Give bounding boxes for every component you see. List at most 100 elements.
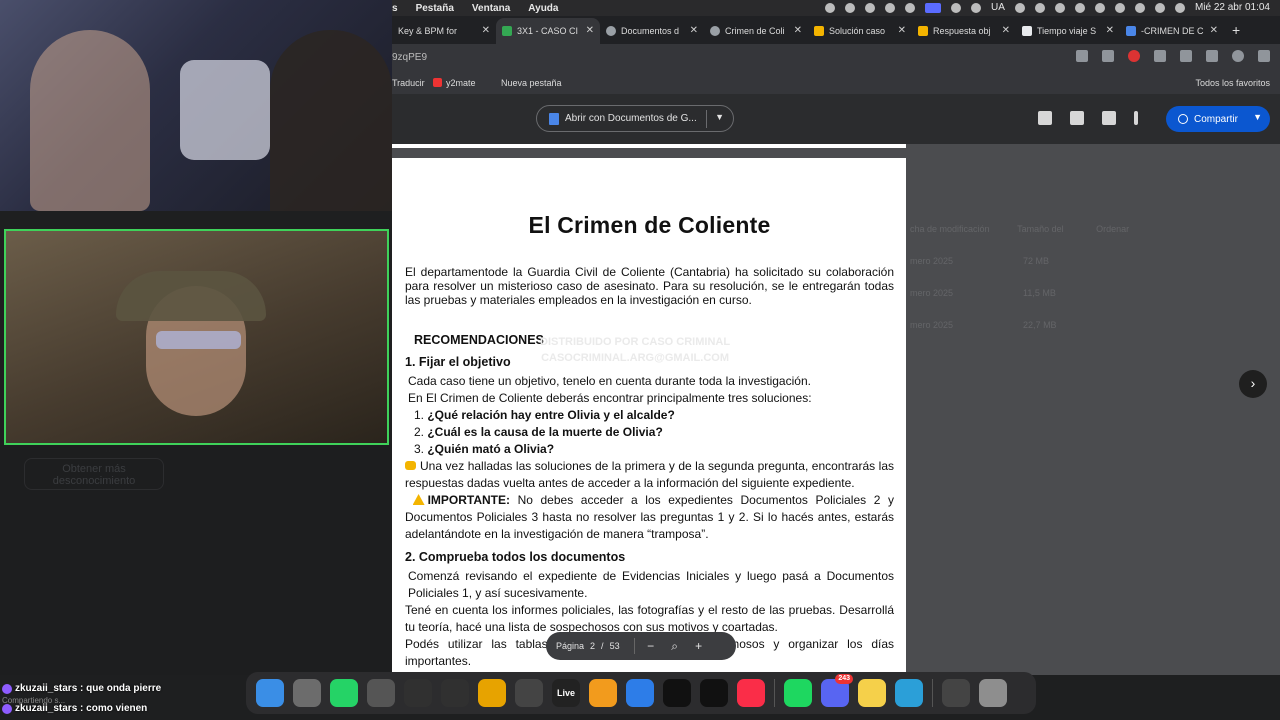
new-tab-button[interactable]: + bbox=[1232, 22, 1240, 38]
menu-item-app[interactable]: s bbox=[392, 3, 398, 14]
obs-icon[interactable] bbox=[404, 679, 432, 707]
star-icon[interactable] bbox=[1102, 50, 1114, 62]
fl-studio-icon[interactable] bbox=[589, 679, 617, 707]
zoom-in-button[interactable]: + bbox=[691, 639, 707, 653]
drive-preview: Abrir con Documentos de G... ▼ Compartir… bbox=[392, 94, 1280, 678]
vpn-icon[interactable] bbox=[971, 2, 982, 13]
menu-item-help[interactable]: Ayuda bbox=[528, 3, 558, 14]
tab-label: Key & BPM for bbox=[398, 26, 458, 36]
download-icon[interactable] bbox=[1180, 50, 1192, 62]
install-icon[interactable] bbox=[1076, 50, 1088, 62]
launchpad-icon[interactable] bbox=[293, 679, 321, 707]
tab-respuesta[interactable]: Respuesta obj ✕ bbox=[912, 18, 1016, 44]
stocks-icon[interactable] bbox=[895, 679, 923, 707]
waves-icon[interactable] bbox=[700, 679, 728, 707]
music-icon[interactable] bbox=[737, 679, 765, 707]
audio-app-icon[interactable] bbox=[441, 679, 469, 707]
site-icon bbox=[814, 26, 824, 36]
more-icon[interactable] bbox=[1134, 111, 1138, 125]
chat-text: como vienen bbox=[86, 703, 148, 714]
tab-crimen-coliente[interactable]: Crimen de Coli ✕ bbox=[704, 18, 808, 44]
chevron-down-icon[interactable]: ▼ bbox=[715, 112, 724, 122]
tab-crimen-doc[interactable]: -CRIMEN DE C ✕ bbox=[1120, 18, 1224, 44]
activity-icon[interactable] bbox=[515, 679, 543, 707]
chrome-icon[interactable] bbox=[478, 679, 506, 707]
bg-col: cha de modificación bbox=[910, 224, 990, 234]
bookmark-newtab[interactable]: Nueva pestaña bbox=[501, 78, 562, 88]
spotify-icon[interactable] bbox=[784, 679, 812, 707]
discord-icon[interactable]: 243 bbox=[821, 674, 853, 707]
safari-icon[interactable] bbox=[626, 679, 654, 707]
user-icon[interactable] bbox=[1154, 2, 1165, 13]
menu-icon[interactable] bbox=[1258, 50, 1270, 62]
download-icon[interactable] bbox=[1102, 111, 1116, 125]
input-language[interactable]: UA bbox=[991, 2, 1005, 13]
capcut-icon[interactable] bbox=[367, 679, 395, 707]
tab-documentos[interactable]: Documentos d ✕ bbox=[600, 18, 704, 44]
bookmark-y2mate[interactable]: y2mate bbox=[433, 78, 476, 88]
whatsapp-icon[interactable] bbox=[330, 679, 358, 707]
screen-share-icon[interactable] bbox=[925, 2, 942, 13]
next-file-button[interactable]: › bbox=[1239, 370, 1267, 398]
search-icon[interactable] bbox=[1134, 2, 1145, 13]
folder-icon[interactable] bbox=[1038, 111, 1052, 125]
grid-icon[interactable] bbox=[885, 2, 896, 13]
url-field[interactable]: 9zqPE9 bbox=[392, 52, 427, 63]
bookmark-all[interactable]: Todos los favoritos bbox=[1195, 78, 1270, 88]
page-current-input[interactable]: 2 bbox=[590, 641, 595, 651]
close-icon[interactable]: ✕ bbox=[898, 25, 906, 36]
tidal-icon[interactable] bbox=[663, 679, 691, 707]
wifi-cloud-icon[interactable] bbox=[951, 2, 962, 13]
print-icon[interactable] bbox=[1070, 111, 1084, 125]
theme-icon[interactable] bbox=[905, 2, 916, 13]
close-icon[interactable]: ✕ bbox=[690, 25, 698, 36]
bookmark-translate[interactable]: Traducir bbox=[392, 78, 425, 88]
zoom-icon[interactable]: ⌕ bbox=[667, 639, 683, 654]
trash-icon[interactable] bbox=[979, 679, 1007, 707]
close-icon[interactable]: ✕ bbox=[794, 25, 802, 36]
extensions-icon[interactable] bbox=[1154, 50, 1166, 62]
menu-item-window[interactable]: Ventana bbox=[472, 3, 510, 14]
wifi-icon[interactable] bbox=[1114, 2, 1125, 13]
zoom-out-button[interactable]: − bbox=[643, 639, 659, 653]
live-icon[interactable]: Live bbox=[552, 679, 580, 707]
display-icon[interactable] bbox=[1054, 2, 1065, 13]
tab-tiempo-viaje[interactable]: Tiempo viaje S ✕ bbox=[1016, 18, 1120, 44]
bolt-icon[interactable] bbox=[865, 2, 876, 13]
volume-icon[interactable] bbox=[1074, 2, 1085, 13]
close-icon[interactable]: ✕ bbox=[482, 25, 490, 36]
status-icon[interactable] bbox=[845, 2, 856, 13]
play-icon[interactable] bbox=[1034, 2, 1045, 13]
share-button[interactable]: Compartir ▼ bbox=[1166, 106, 1270, 132]
close-icon[interactable]: ✕ bbox=[1002, 25, 1010, 36]
reading-list-icon[interactable] bbox=[1206, 50, 1218, 62]
globe-icon bbox=[710, 26, 720, 36]
tab-label: Respuesta obj bbox=[933, 26, 991, 36]
clock[interactable]: Mié 22 abr 01:04 bbox=[1195, 2, 1270, 13]
record-extension-icon[interactable] bbox=[1128, 50, 1140, 62]
profile-avatar[interactable] bbox=[1232, 50, 1244, 62]
tab-key-bpm[interactable]: Key & BPM for ✕ bbox=[392, 18, 496, 44]
open-with-button[interactable]: Abrir con Documentos de G... ▼ bbox=[536, 105, 734, 132]
tab-label: Documentos d bbox=[621, 26, 680, 36]
control-center-icon[interactable] bbox=[1174, 2, 1185, 13]
menu-item-tab[interactable]: Pestaña bbox=[416, 3, 454, 14]
battery-icon[interactable] bbox=[1094, 2, 1105, 13]
section-2-paragraph-1: Comenzá revisando el expediente de Evide… bbox=[408, 569, 894, 600]
finder-icon[interactable] bbox=[256, 679, 284, 707]
record-icon[interactable] bbox=[825, 2, 836, 13]
dock: Live 243 bbox=[246, 672, 1036, 714]
chevron-down-icon[interactable]: ▼ bbox=[1253, 112, 1262, 122]
music-note-icon[interactable] bbox=[1014, 2, 1025, 13]
close-icon[interactable]: ✕ bbox=[1210, 25, 1218, 36]
close-icon[interactable]: ✕ bbox=[586, 25, 594, 36]
notes-icon[interactable] bbox=[858, 679, 886, 707]
tab-solucion-caso[interactable]: Solución caso ✕ bbox=[808, 18, 912, 44]
tab-3x1-caso[interactable]: 3X1 - CASO CI ✕ bbox=[496, 18, 600, 44]
divider bbox=[633, 638, 635, 654]
screenshot-icon[interactable] bbox=[942, 679, 970, 707]
close-icon[interactable]: ✕ bbox=[1106, 25, 1114, 36]
tab-label: Solución caso bbox=[829, 26, 886, 36]
bookmarks-bar: Traducir y2mate Nueva pestaña Todos los … bbox=[392, 72, 1280, 94]
avatar bbox=[2, 703, 12, 714]
